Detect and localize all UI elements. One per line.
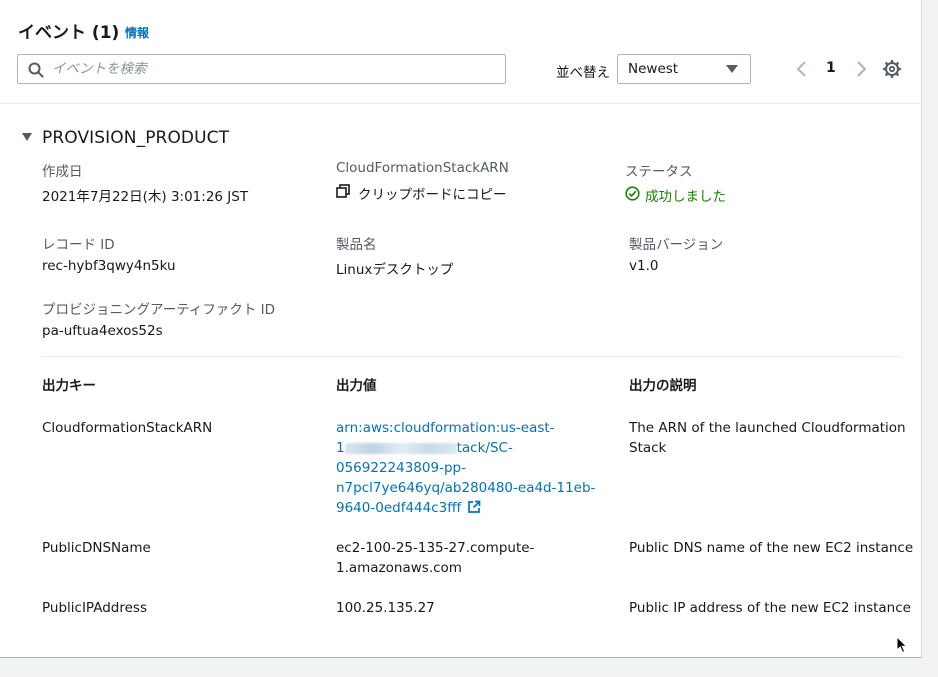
description-line: The ARN of the launched Cloudformation	[629, 420, 906, 436]
check-circle-icon	[625, 186, 640, 201]
copy-to-clipboard-button[interactable]: クリップボードにコピー	[358, 183, 507, 203]
section-expand-toggle[interactable]	[22, 133, 32, 141]
sort-selected-value: Newest	[628, 61, 679, 77]
status-label: ステータス	[625, 164, 693, 180]
stack-arn-line[interactable]: arn:aws:cloudformation:us-east-	[336, 418, 616, 438]
product-name-value: Linuxデスクトップ	[336, 262, 454, 278]
stack-arn-line-part[interactable]: 9640-0edf444c3fff	[336, 500, 461, 516]
stack-arn-label: CloudFormationStackARN	[336, 160, 509, 176]
stack-arn-line-part[interactable]: tack/SC-	[457, 440, 513, 456]
stack-arn-line[interactable]: 056922243809-pp-	[336, 458, 616, 478]
events-header: イベント (1) 情報 並べ替え Newest 1	[0, 0, 922, 104]
column-header-output-key: 出力キー	[42, 378, 96, 394]
copy-icon[interactable]	[336, 184, 350, 198]
output-key: PublicIPAddress	[42, 600, 147, 616]
column-header-output-description: 出力の説明	[629, 378, 697, 394]
output-key: PublicDNSName	[42, 540, 151, 556]
search-input[interactable]	[52, 59, 492, 79]
chevron-left-icon[interactable]	[794, 59, 810, 79]
product-version-label: 製品バージョン	[629, 237, 724, 253]
artifact-id-value: pa-uftua4exos52s	[42, 323, 163, 339]
output-key: CloudformationStackARN	[42, 420, 213, 436]
event-title[interactable]: PROVISION_PRODUCT	[42, 128, 229, 148]
page-title: イベント (1)	[18, 23, 120, 43]
created-label: 作成日	[42, 164, 83, 180]
output-description: Public DNS name of the new EC2 instance	[629, 540, 914, 556]
artifact-id-label: プロビジョニングアーティファクト ID	[42, 302, 276, 318]
sort-label: 並べ替え	[556, 65, 610, 81]
redacted-account-id	[344, 442, 457, 454]
info-link[interactable]: 情報	[125, 24, 149, 41]
search-icon	[28, 62, 44, 78]
record-id-label: レコード ID	[42, 237, 115, 253]
status-value: 成功しました	[645, 189, 726, 205]
mouse-cursor-icon	[896, 636, 908, 654]
events-panel: イベント (1) 情報 並べ替え Newest 1	[0, 0, 922, 658]
created-value: 2021年7月22日(木) 3:01:26 JST	[42, 189, 249, 205]
description-line: Stack	[629, 440, 667, 456]
product-name-label: 製品名	[336, 237, 377, 253]
output-description: The ARN of the launched Cloudformation S…	[629, 418, 909, 458]
stack-arn-link[interactable]: arn:aws:cloudformation:us-east- 1 tack/SC…	[336, 418, 616, 518]
stack-arn-line-part[interactable]: 1	[336, 440, 345, 456]
caret-down-icon	[726, 65, 738, 73]
stack-arn-line[interactable]: 9640-0edf444c3fff	[336, 498, 616, 518]
output-value: ec2-100-25-135-27.compute- 1.amazonaws.c…	[336, 538, 616, 578]
chevron-right-icon[interactable]	[853, 59, 869, 79]
stack-arn-line[interactable]: n7pcl7ye646yq/ab280480-ea4d-11eb-	[336, 478, 616, 498]
sort-select[interactable]: Newest	[617, 54, 751, 84]
value-line: 1.amazonaws.com	[336, 560, 462, 576]
output-value: 100.25.135.27	[336, 600, 435, 616]
external-link-icon[interactable]	[467, 500, 481, 514]
divider	[42, 356, 901, 357]
record-id-value: rec-hybf3qwy4n5ku	[42, 258, 176, 274]
column-header-output-value: 出力値	[336, 378, 377, 394]
output-description: Public IP address of the new EC2 instanc…	[629, 600, 911, 616]
current-page[interactable]: 1	[826, 60, 836, 76]
search-box[interactable]	[17, 54, 506, 84]
product-version-value: v1.0	[629, 258, 659, 274]
value-line: ec2-100-25-135-27.compute-	[336, 540, 535, 556]
stack-arn-line[interactable]: 1 tack/SC-	[336, 438, 616, 458]
gear-icon[interactable]	[883, 60, 901, 78]
